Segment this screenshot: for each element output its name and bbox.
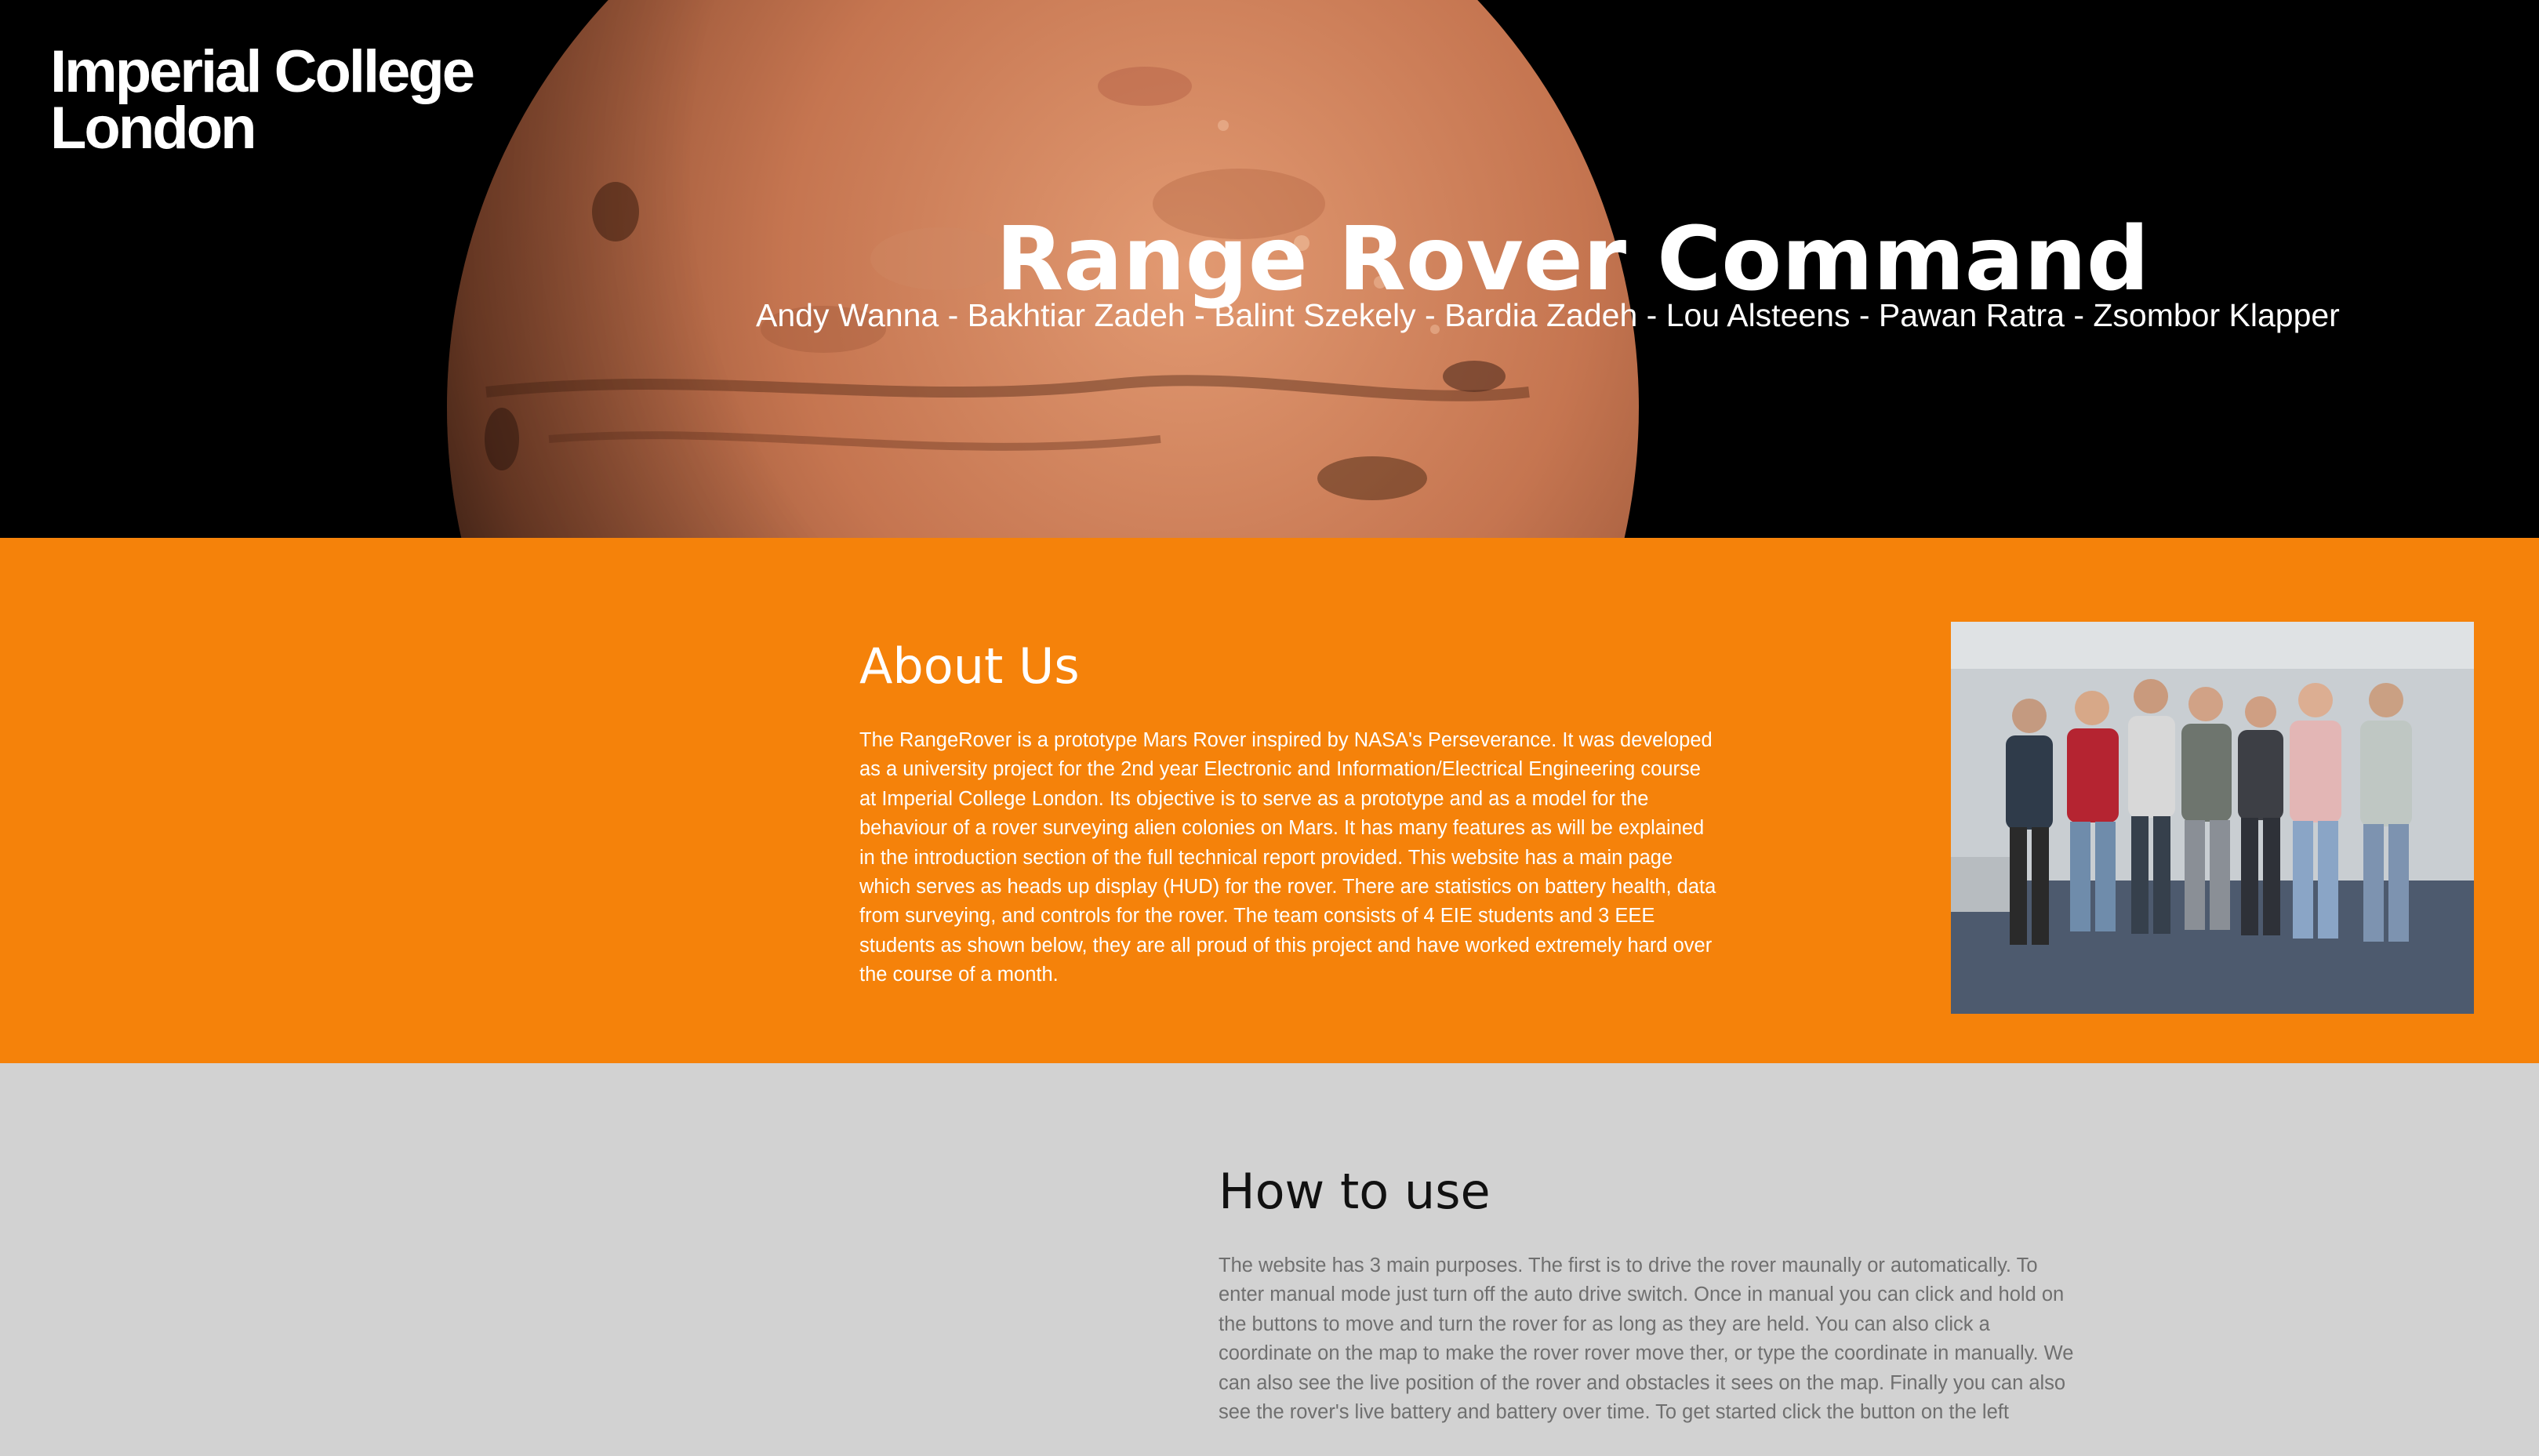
team-photo xyxy=(1951,622,2474,1014)
hero-section: Imperial College London Range Rover Comm… xyxy=(0,0,2539,538)
about-body: The RangeRover is a prototype Mars Rover… xyxy=(859,729,1716,986)
howto-body: The website has 3 main purposes. The fir… xyxy=(1219,1254,2074,1424)
howto-heading: How to use xyxy=(1219,1163,1491,1220)
imperial-college-logo[interactable]: Imperial College London xyxy=(50,38,475,162)
about-heading: About Us xyxy=(859,637,1080,695)
logo-line-2: London xyxy=(50,95,257,162)
team-members: Andy Wanna - Bakhtiar Zadeh - Balint Sze… xyxy=(756,297,2340,333)
logo-line-1: Imperial College xyxy=(50,38,475,105)
